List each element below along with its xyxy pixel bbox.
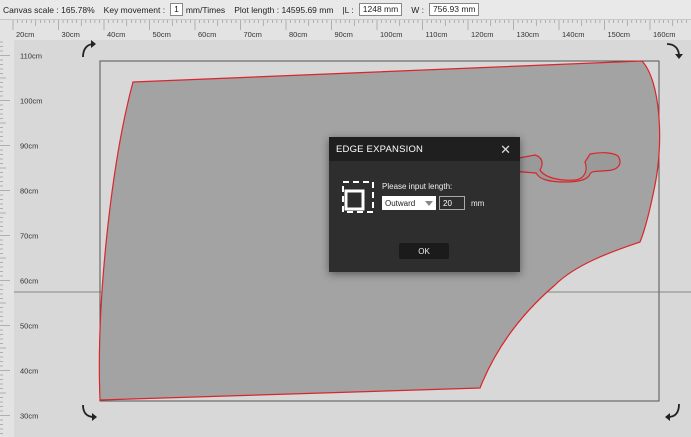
key-movement-input[interactable]: 1 bbox=[170, 3, 183, 16]
vertical-ruler: 110cm 100cm 90cm 80cm 70cm 60cm 50cm 40cm 30cm bbox=[0, 40, 43, 437]
rotate-bottom-left-icon[interactable] bbox=[82, 404, 97, 421]
direction-dropdown[interactable]: Outward bbox=[382, 196, 436, 210]
ruler-x-label: 90cm bbox=[335, 30, 353, 39]
rotate-bottom-right-icon[interactable] bbox=[665, 403, 680, 421]
close-icon[interactable]: ✕ bbox=[500, 143, 511, 156]
ruler-x-label: 80cm bbox=[289, 30, 307, 39]
length-field[interactable]: 1248 mm bbox=[358, 3, 403, 16]
ruler-x-label: 30cm bbox=[62, 30, 80, 39]
canvas-scale-label: Canvas scale : 165.78% bbox=[3, 4, 95, 15]
length-prompt: Please input length: bbox=[382, 182, 453, 191]
key-movement-unit: mm/Times bbox=[185, 4, 226, 15]
ruler-x-label: 150cm bbox=[608, 30, 631, 39]
ruler-y-label: 110cm bbox=[20, 52, 42, 61]
horizontal-ruler: 20cm 30cm 40cm 50cm 60cm 70cm 80cm 90cm 100cm 110… bbox=[0, 20, 691, 40]
length-unit-label: mm bbox=[471, 199, 485, 208]
width-label: W : bbox=[411, 4, 424, 15]
ruler-y-label: 40cm bbox=[20, 367, 38, 376]
dialog-titlebar: EDGE EXPANSION ✕ bbox=[329, 137, 520, 161]
plot-length-label: Plot length : 14595.69 mm bbox=[234, 4, 334, 15]
ruler-x-label: 20cm bbox=[16, 30, 34, 39]
ruler-y-label: 50cm bbox=[20, 322, 38, 331]
ruler-y-label: 70cm bbox=[20, 232, 38, 241]
length-label: |L : bbox=[342, 4, 354, 15]
rotate-top-left-icon[interactable] bbox=[82, 40, 96, 58]
ruler-y-label: 90cm bbox=[20, 142, 38, 151]
status-bar: Canvas scale : 165.78% Key movement : 1 … bbox=[0, 0, 691, 20]
ruler-x-label: 130cm bbox=[517, 30, 540, 39]
rotate-top-right-icon[interactable] bbox=[666, 43, 683, 59]
key-movement-label: Key movement : bbox=[103, 4, 166, 15]
ruler-y-label: 80cm bbox=[20, 187, 38, 196]
ruler-y-label: 60cm bbox=[20, 277, 38, 286]
ruler-x-label: 50cm bbox=[153, 30, 171, 39]
ruler-x-label: 40cm bbox=[107, 30, 125, 39]
ruler-x-label: 140cm bbox=[562, 30, 585, 39]
ruler-y-label: 30cm bbox=[20, 412, 38, 421]
ruler-x-label: 120cm bbox=[471, 30, 494, 39]
direction-value: Outward bbox=[385, 198, 416, 208]
width-field[interactable]: 756.93 mm bbox=[428, 3, 480, 16]
ruler-x-label: 70cm bbox=[244, 30, 262, 39]
ruler-y-label: 100cm bbox=[20, 97, 43, 106]
dropdown-caret-icon bbox=[425, 200, 433, 206]
edge-expansion-icon bbox=[342, 181, 374, 213]
ok-button[interactable]: OK bbox=[399, 243, 449, 259]
ruler-x-label: 60cm bbox=[198, 30, 216, 39]
dialog-title: EDGE EXPANSION bbox=[336, 143, 424, 155]
edge-expansion-dialog: EDGE EXPANSION ✕ Please input length: Ou… bbox=[329, 137, 520, 272]
ruler-x-label: 100cm bbox=[380, 30, 403, 39]
expansion-length-input[interactable] bbox=[439, 196, 465, 210]
ruler-x-label: 160cm bbox=[653, 30, 676, 39]
ruler-x-label: 110cm bbox=[426, 30, 448, 39]
